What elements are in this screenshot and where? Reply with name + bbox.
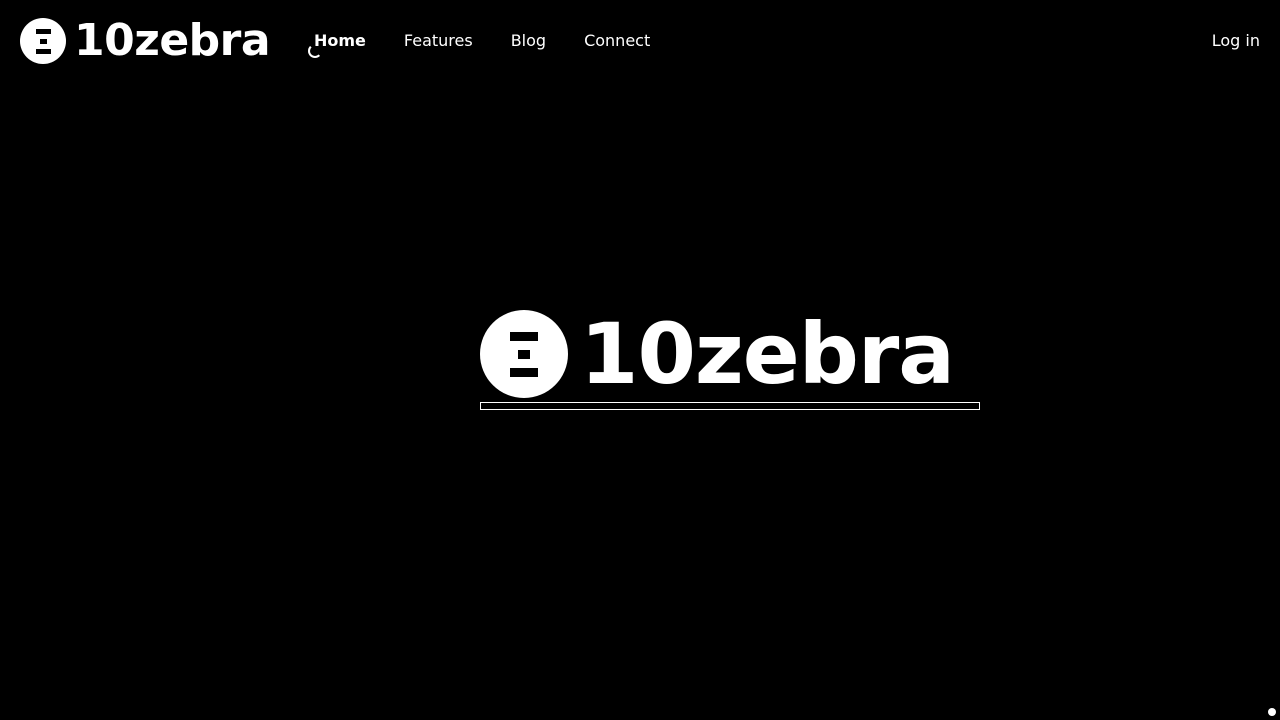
login-link[interactable]: Log in bbox=[1212, 30, 1260, 52]
page: 10zebra Home Features Blog Connect Log i… bbox=[0, 0, 1280, 720]
loading-spinner-icon bbox=[308, 44, 322, 58]
nav-item-label: Blog bbox=[510, 31, 547, 50]
loading-progress-bar bbox=[480, 402, 980, 410]
main-nav: Home Features Blog Connect bbox=[308, 30, 688, 58]
site-header: 10zebra Home Features Blog Connect Log i… bbox=[0, 0, 1280, 84]
nav-item-label: Connect bbox=[584, 31, 651, 50]
nav-item-features[interactable]: Features bbox=[404, 30, 473, 52]
loading-splash: 10zebra bbox=[480, 310, 980, 410]
brand-wordmark: 10zebra bbox=[74, 15, 271, 66]
nav-item-label: Home bbox=[314, 31, 366, 50]
nav-item-blog[interactable]: Blog bbox=[511, 30, 546, 52]
nav-item-home[interactable]: Home bbox=[308, 30, 366, 58]
nav-item-label: Features bbox=[403, 31, 473, 50]
hero-wordmark: 10zebra bbox=[580, 305, 955, 403]
corner-dot-icon bbox=[1268, 708, 1276, 716]
nav-item-connect[interactable]: Connect bbox=[584, 30, 650, 52]
zebra-logo-icon bbox=[20, 18, 66, 64]
hero-logo: 10zebra bbox=[480, 310, 980, 398]
zebra-logo-icon bbox=[480, 310, 568, 398]
brand-link[interactable]: 10zebra bbox=[20, 15, 271, 66]
